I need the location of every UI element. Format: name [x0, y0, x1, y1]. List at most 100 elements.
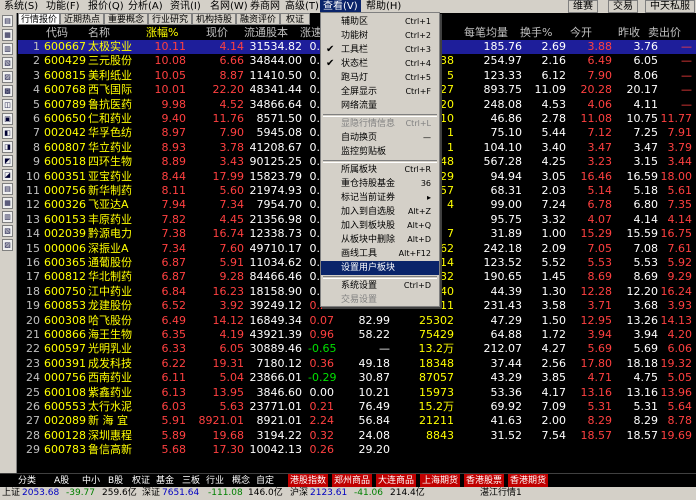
menu-item[interactable]: 从板块中删除 Alt+D: [321, 233, 439, 247]
btn-weisai[interactable]: 维赛: [568, 0, 598, 13]
menu-item[interactable]: 自动换页 —: [321, 131, 439, 145]
table-row[interactable]: 20 600308 哈飞股份 6.49 14.12 16849.34 0.07 82.99 25…: [18, 314, 696, 328]
cell-sell: 19.32: [660, 356, 693, 370]
market-tab[interactable]: A股: [54, 474, 69, 488]
menu-item[interactable]: 监控剪贴板: [321, 145, 439, 159]
market-tab[interactable]: 基金: [156, 474, 174, 488]
menu-item[interactable]: 所属板块 Ctrl+R: [321, 163, 439, 177]
toolbar-icon-8[interactable]: ▣: [2, 113, 13, 125]
menu-item[interactable]: ✔ 工具栏 Ctrl+3: [321, 43, 439, 57]
toolbar-icon-17[interactable]: ▨: [2, 239, 13, 251]
cell-code: 600667: [44, 40, 86, 53]
market-tab[interactable]: 权证: [132, 474, 150, 488]
col-speed[interactable]: 涨速: [300, 25, 322, 40]
menu-info[interactable]: 资讯(I): [170, 0, 201, 13]
market-tab[interactable]: 香港期货: [508, 474, 549, 488]
menu-famous-site[interactable]: 名网(W): [210, 0, 248, 13]
table-row[interactable]: 21 600866 海王生物 6.35 4.19 43921.39 0.96 58.22 754…: [18, 328, 696, 342]
menu-function[interactable]: 功能(F): [46, 0, 80, 13]
menu-item-label: 全屏显示: [341, 87, 378, 97]
market-tab[interactable]: 港股指数: [288, 474, 329, 488]
menu-item[interactable]: 全屏显示 Ctrl+F: [321, 85, 439, 99]
toolbar-icon-7[interactable]: ◫: [2, 99, 13, 111]
tab-concepts[interactable]: 重要概念: [104, 13, 148, 25]
menu-quote[interactable]: 报价(Q): [88, 0, 124, 13]
cell-name: 江中药业: [88, 284, 132, 298]
tab-hot[interactable]: 近期热点: [60, 13, 104, 25]
tab-industry[interactable]: 行业研究: [148, 13, 192, 25]
table-row[interactable]: 23 600391 成发科技 6.22 19.31 7180.12 0.36 49.18 183…: [18, 357, 696, 371]
toolbar-icon-12[interactable]: ◪: [2, 169, 13, 181]
col-prev-close[interactable]: 昨收: [618, 25, 640, 40]
col-name[interactable]: 名称: [88, 25, 110, 40]
menu-analysis[interactable]: 分析(A): [128, 0, 163, 13]
menu-item[interactable]: 设置用户板块: [321, 261, 439, 275]
market-tab[interactable]: 大连商品: [376, 474, 417, 488]
col-float-cap[interactable]: 流通股本: [244, 25, 288, 40]
toolbar-icon-5[interactable]: ▨: [2, 71, 13, 83]
menu-item-label: 显隐行情信息: [341, 119, 396, 129]
market-tab[interactable]: 郑州商品: [332, 474, 373, 488]
btn-trade[interactable]: 交易: [608, 0, 638, 13]
cell-price: 5.04: [219, 371, 245, 385]
col-sell[interactable]: 卖出价: [648, 25, 681, 40]
table-row[interactable]: 24 000756 西南药业 6.11 5.04 23866.01 -0.29 30.87 87…: [18, 371, 696, 385]
menu-item[interactable]: 功能树 Ctrl+2: [321, 29, 439, 43]
col-avg-volume[interactable]: 每笔均量: [464, 25, 508, 40]
table-row[interactable]: 29 600783 鲁信高新 5.68 17.30 10042.13 0.26 29.20: [18, 443, 696, 457]
tab-margin[interactable]: 融资评价: [236, 13, 280, 25]
col-open[interactable]: 今开: [570, 25, 592, 40]
tab-institution[interactable]: 机构持股: [192, 13, 236, 25]
menu-system[interactable]: 系统(S): [4, 0, 38, 13]
menu-item[interactable]: 系统设置 Ctrl+D: [321, 279, 439, 293]
menu-item[interactable]: 重仓持股基金 36: [321, 177, 439, 191]
market-tab[interactable]: 概念: [232, 474, 250, 488]
table-row[interactable]: 27 002089 新 海 宜 5.91 8921.01 8921.01 2.24 56.84…: [18, 414, 696, 428]
menu-item[interactable]: 跑马灯 Ctrl+5: [321, 71, 439, 85]
market-tab[interactable]: 香港股票: [464, 474, 505, 488]
market-tab[interactable]: 三板: [182, 474, 200, 488]
menu-item[interactable]: 网络流量: [321, 99, 439, 113]
tab-quotes[interactable]: 行情报价: [18, 13, 60, 25]
cell-code: 600326: [44, 198, 86, 212]
toolbar-icon-10[interactable]: ◨: [2, 141, 13, 153]
toolbar-icon-2[interactable]: ▦: [2, 29, 13, 41]
market-tab[interactable]: 上海期货: [420, 474, 461, 488]
table-row[interactable]: 25 600108 紫鑫药业 6.13 13.95 3846.60 0.00 10.21 159…: [18, 386, 696, 400]
toolbar-icon-6[interactable]: ▩: [2, 85, 13, 97]
col-change[interactable]: 涨幅%: [146, 25, 178, 40]
table-row[interactable]: 22 600597 光明乳业 6.33 6.05 30889.46 -0.65 — 13.2万 2…: [18, 342, 696, 356]
market-tab[interactable]: B股: [108, 474, 123, 488]
toolbar-icon-15[interactable]: ▥: [2, 211, 13, 223]
table-row[interactable]: 26 600553 太行水泥 6.03 5.63 23771.01 0.21 76.49 15.…: [18, 400, 696, 414]
btn-zhongtian[interactable]: 中天私服: [645, 0, 695, 13]
col-turnover[interactable]: 换手%: [520, 25, 552, 40]
menu-item[interactable]: 加入到自选股 Alt+Z: [321, 205, 439, 219]
market-tab[interactable]: 分类: [18, 474, 36, 488]
toolbar-icon-4[interactable]: ▧: [2, 57, 13, 69]
menu-item[interactable]: 辅助区 Ctrl+1: [321, 15, 439, 29]
cell-code: 600866: [44, 328, 86, 341]
toolbar-icon-1[interactable]: ▤: [2, 15, 13, 27]
toolbar-icon-11[interactable]: ◩: [2, 155, 13, 167]
menu-item[interactable]: 加入到板块股 Alt+Q: [321, 219, 439, 233]
cell-avg: 37.44: [490, 356, 523, 370]
server-info: 湛江行情1: [480, 488, 522, 498]
toolbar-icon-16[interactable]: ▧: [2, 225, 13, 237]
menu-broker-site[interactable]: 券商网: [250, 0, 280, 13]
market-tab[interactable]: 行业: [206, 474, 224, 488]
menu-item[interactable]: 标记当前证券 ▸: [321, 191, 439, 205]
tab-warrant[interactable]: 权证: [280, 13, 310, 25]
toolbar-icon-13[interactable]: ▤: [2, 183, 13, 195]
market-tab[interactable]: 中小: [82, 474, 100, 488]
toolbar-icon-3[interactable]: ▥: [2, 43, 13, 55]
market-tab[interactable]: 自定: [256, 474, 274, 488]
menu-advanced[interactable]: 高级(T): [285, 0, 319, 13]
toolbar-icon-9[interactable]: ◧: [2, 127, 13, 139]
col-price[interactable]: 现价: [206, 25, 228, 40]
col-code[interactable]: 代码: [46, 25, 68, 40]
table-row[interactable]: 28 600128 深圳惠程 5.89 19.68 3194.22 0.32 24.08 884…: [18, 429, 696, 443]
toolbar-icon-14[interactable]: ▦: [2, 197, 13, 209]
menu-item[interactable]: ✔ 状态栏 Ctrl+4: [321, 57, 439, 71]
menu-item[interactable]: 画线工具 Alt+F12: [321, 247, 439, 261]
